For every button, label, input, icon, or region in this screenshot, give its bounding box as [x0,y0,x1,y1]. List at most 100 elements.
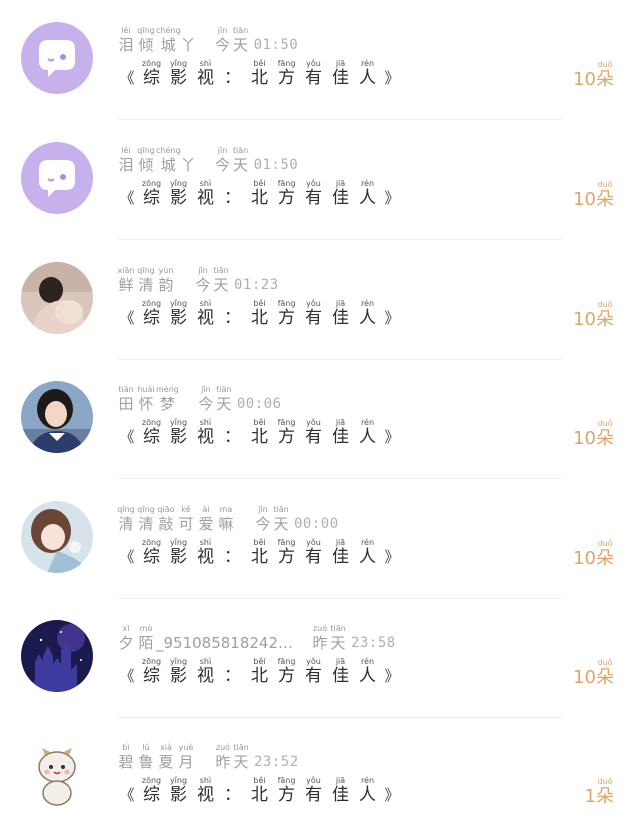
sender-name[interactable]: xī 夕 mò 陌 _951085818242… zuó 昨 tiān 天 23:58 [116,623,396,653]
message-char: 有 [305,547,322,567]
day-char: 今 [215,36,231,54]
message: shì 视 [192,59,219,88]
avatar[interactable] [21,381,93,453]
day-char: 天 [273,515,289,533]
message: jiā 佳 [327,776,354,805]
gift-count: 10 duǒ 朵 [573,658,614,689]
name-suffix: _951085818242… [156,634,294,652]
gift-unit: duǒ 朵 [596,658,614,689]
list-item[interactable]: tián 田 huái 怀 mèng 梦 jīn 今 tiān 天 00:06 《 zōng 综 yǐng 影… [0,359,640,479]
day: zuó 昨 [214,743,232,772]
message: shì 视 [192,776,219,805]
avatar[interactable] [21,739,93,811]
day-pinyin: tiān [273,505,289,514]
message-char: ： [224,308,241,328]
message: ： [219,538,246,567]
timestamp: jīn 今 tiān 天 01:23 [194,266,279,295]
day-char: 天 [233,753,249,771]
message-pinyin: jiā [335,538,346,547]
time-text: 01:50 [253,157,299,173]
message-pinyin: zōng [141,657,162,666]
message-char: 有 [305,68,322,88]
message-char: 方 [278,785,295,805]
message: yǒu 有 [300,418,327,447]
sender-name[interactable]: lèi 泪 qīng 倾 chéng 城丫 jīn 今 tiān 天 01:50 [116,145,298,175]
close-bracket: 》 [384,786,400,804]
name-pinyin: kě [181,505,191,514]
message: jiā 佳 [327,299,354,328]
name-pinyin: qīng [137,505,155,514]
avatar[interactable] [21,262,93,334]
day: tiān 天 [232,743,250,772]
message-pinyin: fāng [277,179,296,188]
name-char: 陌 [138,634,154,652]
message-pinyin: běi [253,299,266,308]
gift-count: 10 duǒ 朵 [573,300,614,331]
sender-name[interactable]: bì 碧 lǔ 鲁 xià 夏 yuè 月 zuó 昨 tiān 天 23:52 [116,742,299,772]
message-char: 影 [170,308,187,328]
avatar[interactable] [21,142,93,214]
message: yǒu 有 [300,299,327,328]
gift-count-number: 10 [573,428,596,449]
message-pinyin: běi [253,59,266,68]
name-pinyin: mèng [156,385,179,394]
message: běi 北 [246,179,273,208]
message-char: 视 [197,547,214,567]
message-pinyin: běi [253,179,266,188]
message-pinyin: yǒu [306,299,321,308]
message-char: 综 [143,547,160,567]
message-char: 北 [251,68,268,88]
message: yǐng 影 [165,776,192,805]
sender-name[interactable]: qīng 清 qīng 清 qiāo 敲 kě 可 ài 爱 ma 嘛 jīn 今 tiān 天 00:00 [116,504,339,534]
message: zōng 综 [138,179,165,208]
timestamp: jīn 今 tiān 天 00:06 [197,385,282,414]
name-pinyin: chéng [156,26,181,35]
avatar[interactable] [21,501,93,573]
name-pinyin: lèi [121,26,131,35]
close-bracket: 》 [384,667,400,685]
message: zōng 综 [138,299,165,328]
name-char: 碧 [118,753,134,771]
sender-name[interactable]: xiān 鲜 qīng 清 yùn 韵 jīn 今 tiān 天 01:23 [116,265,279,295]
time-text: 23:58 [351,635,396,651]
sender-name[interactable]: lèi 泪 qīng 倾 chéng 城丫 jīn 今 tiān 天 01:50 [116,25,298,55]
name-pinyin: ài [202,505,210,514]
avatar[interactable] [21,22,93,94]
avatar[interactable] [21,620,93,692]
message: ： [219,418,246,447]
name-char: 城 [160,156,176,174]
open-bracket: 《 [119,309,135,327]
message-pinyin: yǒu [306,538,321,547]
message: zōng 综 [138,418,165,447]
message-char: ： [224,68,241,88]
message-char: 视 [197,666,214,686]
name: qīng 倾 [136,146,156,175]
day: zuó 昨 [311,624,329,653]
message-text: 《 zōng 综 yǐng 影 shì 视： běi 北 fāng 方 yǒu 有 jiā 佳 rén 人》 [116,56,403,88]
list-item[interactable]: xī 夕 mò 陌 _951085818242… zuó 昨 tiān 天 23:58 《 zōng 综… [0,598,640,718]
message-char: 方 [278,308,295,328]
name-char: 泪 [118,36,134,54]
message-char: ： [224,666,241,686]
list-item[interactable]: xiān 鲜 qīng 清 yùn 韵 jīn 今 tiān 天 01:23 《 zōng 综 yǐng 影 s… [0,240,640,360]
message-char: 人 [359,308,376,328]
name-char: 城 [160,36,176,54]
message-pinyin: yǐng [169,776,188,785]
list-item[interactable]: qīng 清 qīng 清 qiāo 敲 kě 可 ài 爱 ma 嘛 jīn 今 tiān 天 00:00 《 z… [0,479,640,599]
sender-name[interactable]: tián 田 huái 怀 mèng 梦 jīn 今 tiān 天 00:06 [116,384,282,414]
day-pinyin: tiān [233,743,249,752]
message: ： [219,179,246,208]
gift-unit-char: 朵 [596,428,614,449]
list-item[interactable]: bì 碧 lǔ 鲁 xià 夏 yuè 月 zuó 昨 tiān 天 23:52 《 zōng 综 yǐng 影 s… [0,717,640,827]
message-pinyin: běi [253,776,266,785]
list-item[interactable]: lèi 泪 qīng 倾 chéng 城丫 jīn 今 tiān 天 01:50 《 zōng 综 yǐng… [0,0,640,120]
name-char: 清 [138,515,154,533]
message-pinyin: shì [199,179,212,188]
message-pinyin: fāng [277,59,296,68]
gift-record-list: lèi 泪 qīng 倾 chéng 城丫 jīn 今 tiān 天 01:50 《 zōng 综 yǐng… [0,0,640,827]
message-char: 方 [278,427,295,447]
list-item[interactable]: lèi 泪 qīng 倾 chéng 城丫 jīn 今 tiān 天 01:50 《 zōng 综 yǐng… [0,120,640,240]
gift-count-number: 10 [573,309,596,330]
message-char: 视 [197,785,214,805]
message-char: 北 [251,666,268,686]
